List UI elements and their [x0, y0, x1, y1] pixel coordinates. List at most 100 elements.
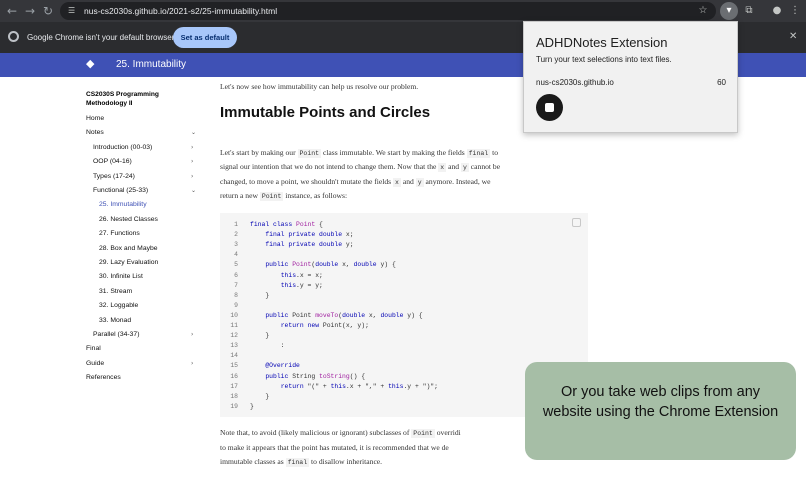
popup-title: ADHDNotes Extension [536, 35, 668, 50]
line-number: 13 [230, 342, 238, 350]
sidebar-item[interactable]: References [86, 373, 121, 382]
line-number: 5 [234, 261, 238, 269]
sidebar-item[interactable]: 27. Functions [99, 229, 140, 238]
chevron-down-icon[interactable]: ⌄ [191, 128, 196, 137]
line-number: 19 [230, 402, 238, 410]
code-token: double [353, 261, 377, 269]
code-token: this [280, 271, 297, 279]
sidebar-item[interactable]: Notes [86, 128, 104, 137]
text: changed, to move a point, we shouldn't m… [220, 177, 392, 186]
text: overridi [436, 428, 461, 437]
line-number: 4 [234, 251, 238, 259]
code-token: Point [288, 311, 316, 319]
code-token: @Override [265, 362, 300, 370]
profile-icon[interactable]: ● [769, 3, 785, 19]
inline-code: final [285, 458, 310, 467]
reload-icon[interactable]: ↻ [40, 3, 56, 19]
selection-count: 60 [717, 78, 726, 87]
popup-site: nus-cs2030s.github.io [536, 78, 614, 87]
code-token: x, [365, 311, 381, 319]
chevron-right-icon[interactable]: › [191, 330, 193, 339]
code-token: y) { [376, 261, 396, 269]
line-number: 12 [230, 332, 238, 340]
text: Note that, to avoid (likely malicious or… [220, 428, 410, 437]
sidebar-item[interactable]: 32. Loggable [99, 301, 138, 310]
sidebar-title[interactable]: CS2030S Programming Methodology II [86, 90, 186, 108]
back-arrow-icon[interactable]: ← [4, 3, 20, 19]
chevron-right-icon[interactable]: › [191, 143, 193, 152]
line-number: 9 [234, 301, 238, 309]
site-info-icon[interactable]: ☰ [68, 4, 75, 18]
inline-code: x [438, 163, 447, 172]
sidebar-item[interactable]: Guide [86, 359, 104, 368]
book-logo-icon[interactable]: ◆ [86, 58, 98, 70]
copy-icon[interactable] [572, 218, 581, 227]
sidebar-item[interactable]: 25. Immutability [99, 200, 147, 209]
sidebar-item[interactable]: Introduction (00-03) [93, 143, 152, 152]
inline-code: Point [259, 192, 284, 201]
sidebar-item[interactable]: Parallel (34-37) [93, 330, 139, 339]
text: instance, as follows: [285, 191, 348, 200]
url-text[interactable]: nus-cs2030s.github.io/2021-s2/25-immutab… [84, 4, 277, 18]
more-menu-icon[interactable]: ⋮ [787, 3, 803, 19]
chevron-right-icon[interactable]: › [191, 157, 193, 166]
sidebar-item[interactable]: 33. Monad [99, 316, 131, 325]
sidebar-item[interactable]: 26. Nested Classes [99, 215, 158, 224]
code-line: public String toString() { [250, 372, 365, 382]
code-line: final private double x; [250, 230, 353, 240]
paragraph-line: return a new Point instance, as follows: [220, 189, 347, 205]
chevron-right-icon[interactable]: › [191, 359, 193, 368]
code-token: Point [292, 261, 312, 269]
code-token: y; [342, 241, 354, 249]
star-icon[interactable]: ☆ [695, 3, 711, 19]
code-token: Point [296, 221, 316, 228]
extensions-icon[interactable]: ⧉ [741, 3, 757, 19]
close-icon[interactable]: ✕ [789, 31, 797, 43]
page-title: 25. Immutability [116, 59, 187, 70]
forward-arrow-icon[interactable]: → [22, 3, 38, 19]
code-line: : [250, 341, 285, 351]
sidebar-item[interactable]: 28. Box and Maybe [99, 244, 158, 253]
chevron-right-icon[interactable]: › [191, 172, 193, 181]
code-line: public Point moveTo(double x, double y) … [250, 311, 423, 321]
code-token: } [250, 392, 270, 400]
sidebar-item[interactable]: 29. Lazy Evaluation [99, 258, 158, 267]
line-number: 15 [230, 362, 238, 370]
code-token: .x = x; [296, 271, 323, 279]
sidebar-item[interactable]: Home [86, 114, 104, 123]
sidebar-item[interactable]: Final [86, 344, 101, 353]
sidebar-item[interactable]: Types (17-24) [93, 172, 135, 181]
sidebar-item[interactable]: OOP (04-16) [93, 157, 132, 166]
code-token: return [280, 382, 304, 390]
code-token: x, [338, 261, 354, 269]
line-number: 14 [230, 352, 238, 360]
stop-icon[interactable] [545, 103, 554, 112]
line-number: 17 [230, 382, 238, 390]
code-token: moveTo [315, 311, 339, 319]
adhdnotes-extension-icon[interactable]: ▾ [721, 3, 737, 19]
code-token: } [250, 402, 254, 410]
code-token: } [250, 291, 270, 299]
sidebar-item[interactable]: Functional (25-33) [93, 186, 148, 195]
line-number: 18 [230, 392, 238, 400]
sidebar-item[interactable]: 31. Stream [99, 287, 132, 296]
set-as-default-button[interactable]: Set as default [173, 27, 237, 48]
code-token: final private double [265, 231, 343, 239]
chevron-down-icon[interactable]: ⌄ [191, 186, 196, 195]
paragraph-line: signal our intention that we do not inte… [220, 160, 500, 176]
sidebar-item[interactable]: 30. Infinite List [99, 272, 143, 281]
code-token: y) { [403, 311, 423, 319]
inline-code: Point [297, 149, 322, 158]
code-line: } [250, 291, 269, 301]
code-token: public [265, 261, 293, 269]
inline-code: Point [411, 429, 435, 438]
paragraph-line: to make it appears that the point has mu… [220, 443, 449, 452]
